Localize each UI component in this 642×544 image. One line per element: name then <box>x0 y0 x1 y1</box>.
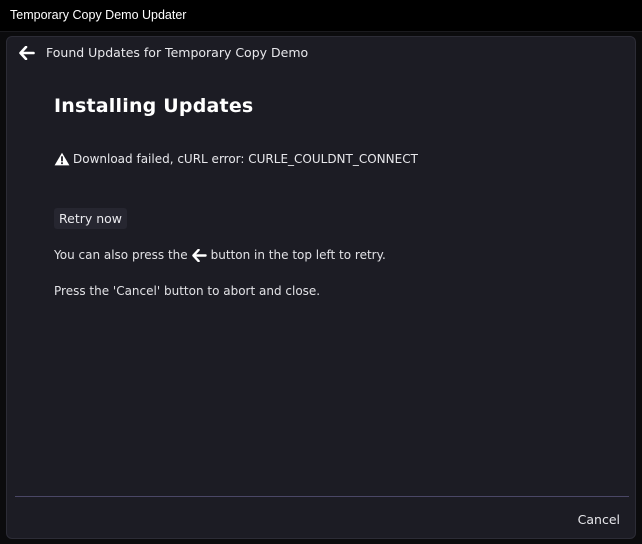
dialog-header: Found Updates for Temporary Copy Demo <box>7 37 635 69</box>
arrow-left-icon <box>19 46 35 60</box>
page-title: Installing Updates <box>54 95 254 117</box>
titlebar: Temporary Copy Demo Updater <box>0 0 642 32</box>
hint-text-before: You can also press the <box>54 248 188 262</box>
warning-icon <box>54 152 70 166</box>
dialog-heading: Found Updates for Temporary Copy Demo <box>46 45 309 60</box>
back-button[interactable] <box>15 42 39 64</box>
error-message: Download failed, cURL error: CURLE_COULD… <box>73 152 418 166</box>
error-message-row: Download failed, cURL error: CURLE_COULD… <box>54 152 418 166</box>
hint-text-after: button in the top left to retry. <box>210 248 386 262</box>
back-button-hint: You can also press the button in the top… <box>54 248 386 262</box>
footer-divider <box>15 496 629 497</box>
arrow-left-icon <box>191 248 207 262</box>
cancel-hint: Press the 'Cancel' button to abort and c… <box>54 284 321 298</box>
retry-now-button[interactable]: Retry now <box>54 208 128 229</box>
window-title: Temporary Copy Demo Updater <box>10 8 187 22</box>
updater-window: Found Updates for Temporary Copy Demo In… <box>6 36 636 539</box>
main-content: Installing Updates Download failed, cURL… <box>54 95 614 298</box>
cancel-button[interactable]: Cancel <box>576 509 622 529</box>
